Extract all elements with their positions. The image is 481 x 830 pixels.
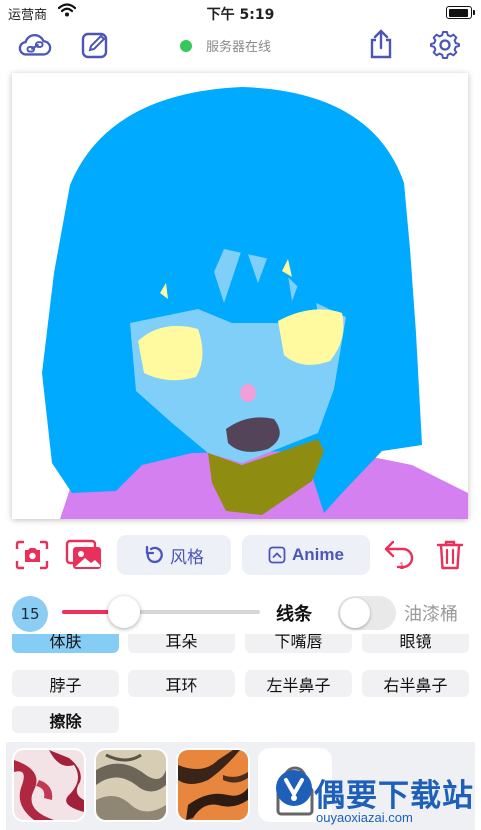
part-right-nose[interactable]: 右半鼻子 (362, 670, 469, 697)
watermark: 偶要下载站 ouyaoxiazai.com (264, 760, 481, 830)
line-mode-label: 线条 (276, 604, 312, 625)
toggle-knob (340, 598, 370, 628)
camera-icon[interactable] (14, 537, 50, 573)
slider-thumb[interactable] (108, 596, 140, 628)
anime-button[interactable]: Anime (242, 535, 370, 575)
parts-grid: 体肤 耳朵 下嘴唇 眼镜 脖子 耳环 左半鼻子 右半鼻子 擦除 (0, 634, 481, 738)
part-label: 眼镜 (399, 634, 432, 651)
online-indicator (180, 39, 192, 52)
part-label: 耳环 (165, 675, 198, 695)
brush-size-badge: 15 (12, 596, 48, 632)
edit-icon[interactable] (78, 28, 112, 62)
beige-grey-texture[interactable] (96, 750, 166, 820)
part-label: 体肤 (49, 634, 82, 651)
segmentation-drawing (42, 87, 468, 519)
chevron-up-square-icon (268, 546, 286, 564)
brush-size-value: 15 (20, 605, 40, 623)
bucket-mode-label: 油漆桶 (404, 604, 458, 625)
anime-label: Anime (292, 545, 344, 564)
style-label: 风格 (170, 547, 204, 567)
watermark-logo-icon (276, 770, 312, 806)
trash-icon[interactable] (432, 537, 468, 573)
watermark-text: 偶要下载站 (314, 778, 474, 814)
part-label: 左半鼻子 (266, 675, 331, 695)
part-label: 耳朵 (165, 634, 198, 651)
battery-icon (446, 6, 475, 19)
part-neck[interactable]: 脖子 (12, 670, 119, 697)
part-earrings[interactable]: 耳环 (128, 670, 235, 697)
clock: 下午 5:19 (206, 7, 275, 23)
part-label: 脖子 (49, 675, 82, 695)
server-status-label: 服务器在线 (206, 40, 272, 55)
cloud-link-icon[interactable] (18, 28, 52, 62)
part-skin[interactable]: 体肤 (12, 634, 119, 653)
part-glasses[interactable]: 眼镜 (362, 634, 469, 653)
orange-black-texture[interactable] (178, 750, 248, 820)
part-label: 擦除 (49, 711, 82, 731)
part-ears[interactable]: 耳朵 (128, 634, 235, 653)
drawing-canvas[interactable] (12, 73, 468, 519)
share-icon[interactable] (364, 27, 398, 61)
status-bar: 运营商 下午 5:19 (0, 0, 481, 24)
gear-icon[interactable] (428, 28, 462, 62)
red-white-texture[interactable] (14, 750, 84, 820)
undo-count: 1 (399, 562, 405, 572)
watermark-url: ouyaoxiazai.com (316, 810, 413, 825)
part-erase[interactable]: 擦除 (12, 706, 119, 733)
server-status: 服务器在线 (180, 36, 271, 55)
bucket-toggle[interactable] (338, 596, 396, 630)
gallery-icon[interactable] (64, 537, 104, 573)
part-label: 右半鼻子 (383, 675, 448, 695)
part-lower-lip[interactable]: 下嘴唇 (245, 634, 352, 653)
style-button[interactable]: 风格 (117, 535, 231, 575)
rotate-icon (145, 545, 163, 564)
part-left-nose[interactable]: 左半鼻子 (245, 670, 352, 697)
part-label: 下嘴唇 (274, 634, 323, 651)
undo-icon[interactable]: 1 (382, 537, 418, 573)
